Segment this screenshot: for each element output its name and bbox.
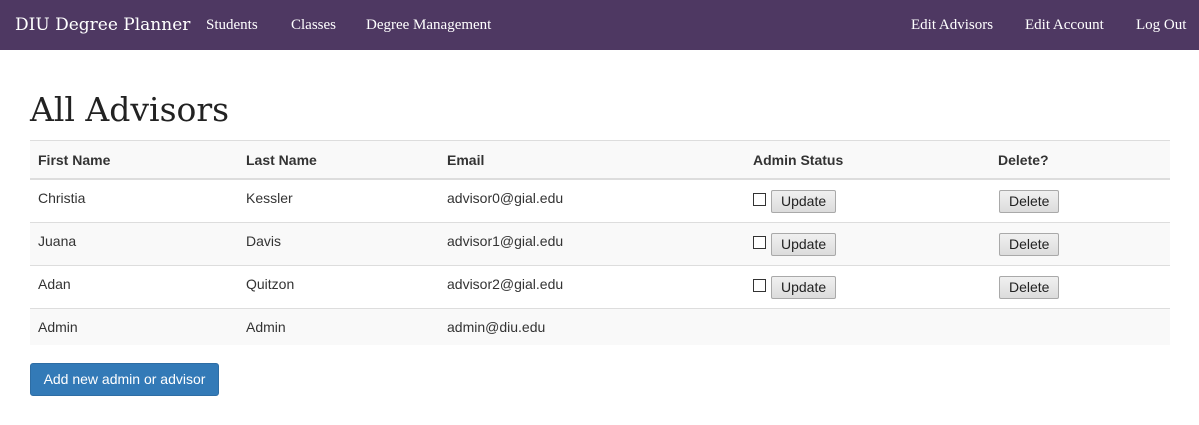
header-last-name: Last Name bbox=[238, 140, 439, 180]
email-cell: admin@diu.edu bbox=[447, 319, 546, 335]
header-first-name: First Name bbox=[30, 140, 238, 180]
admin-status-empty-cell bbox=[745, 308, 990, 345]
first-name-cell: Adan bbox=[38, 276, 71, 292]
table-row: Admin Admin admin@diu.edu bbox=[30, 308, 1170, 345]
table-header-row: First Name Last Name Email Admin Status … bbox=[30, 140, 1170, 180]
table-row: Juana Davis advisor1@gial.edu Update Del… bbox=[30, 222, 1170, 266]
first-name-cell: Juana bbox=[38, 233, 77, 249]
email-cell: advisor2@gial.edu bbox=[447, 276, 564, 292]
admin-checkbox[interactable] bbox=[753, 192, 766, 206]
admin-checkbox[interactable] bbox=[753, 235, 766, 249]
delete-button[interactable]: Delete bbox=[999, 275, 1060, 299]
last-name-cell: Admin bbox=[246, 319, 286, 335]
last-name-cell: Kessler bbox=[246, 190, 293, 206]
advisors-table: First Name Last Name Email Admin Status … bbox=[30, 140, 1170, 345]
delete-empty-cell bbox=[990, 308, 1170, 345]
add-advisor-button[interactable]: Add new admin or advisor bbox=[30, 363, 219, 396]
delete-button[interactable]: Delete bbox=[999, 232, 1060, 256]
nav-students[interactable]: Students bbox=[206, 0, 258, 50]
nav-edit-account[interactable]: Edit Account bbox=[1025, 0, 1104, 50]
first-name-cell: Admin bbox=[38, 319, 78, 335]
header-email: Email bbox=[439, 140, 745, 180]
nav-degree-management[interactable]: Degree Management bbox=[366, 0, 491, 50]
nav-log-out[interactable]: Log Out bbox=[1136, 0, 1186, 50]
page-title: All Advisors bbox=[30, 90, 230, 129]
delete-button[interactable]: Delete bbox=[999, 189, 1060, 213]
nav-edit-advisors[interactable]: Edit Advisors bbox=[911, 0, 993, 50]
email-cell: advisor0@gial.edu bbox=[447, 190, 564, 206]
nav-classes[interactable]: Classes bbox=[291, 0, 336, 50]
brand-link[interactable]: DIU Degree Planner bbox=[15, 0, 190, 50]
table-row: Adan Quitzon advisor2@gial.edu Update De… bbox=[30, 265, 1170, 309]
last-name-cell: Davis bbox=[246, 233, 282, 249]
top-navbar: DIU Degree Planner Students Classes Degr… bbox=[0, 0, 1199, 50]
header-admin-status: Admin Status bbox=[745, 140, 990, 180]
email-cell: advisor1@gial.edu bbox=[447, 233, 564, 249]
last-name-cell: Quitzon bbox=[246, 276, 295, 292]
admin-checkbox[interactable] bbox=[753, 278, 766, 292]
header-delete: Delete? bbox=[990, 140, 1170, 180]
update-button[interactable]: Update bbox=[771, 232, 837, 256]
table-row: Christia Kessler advisor0@gial.edu Updat… bbox=[30, 178, 1170, 223]
first-name-cell: Christia bbox=[38, 190, 86, 206]
update-button[interactable]: Update bbox=[771, 275, 837, 299]
update-button[interactable]: Update bbox=[771, 189, 837, 213]
